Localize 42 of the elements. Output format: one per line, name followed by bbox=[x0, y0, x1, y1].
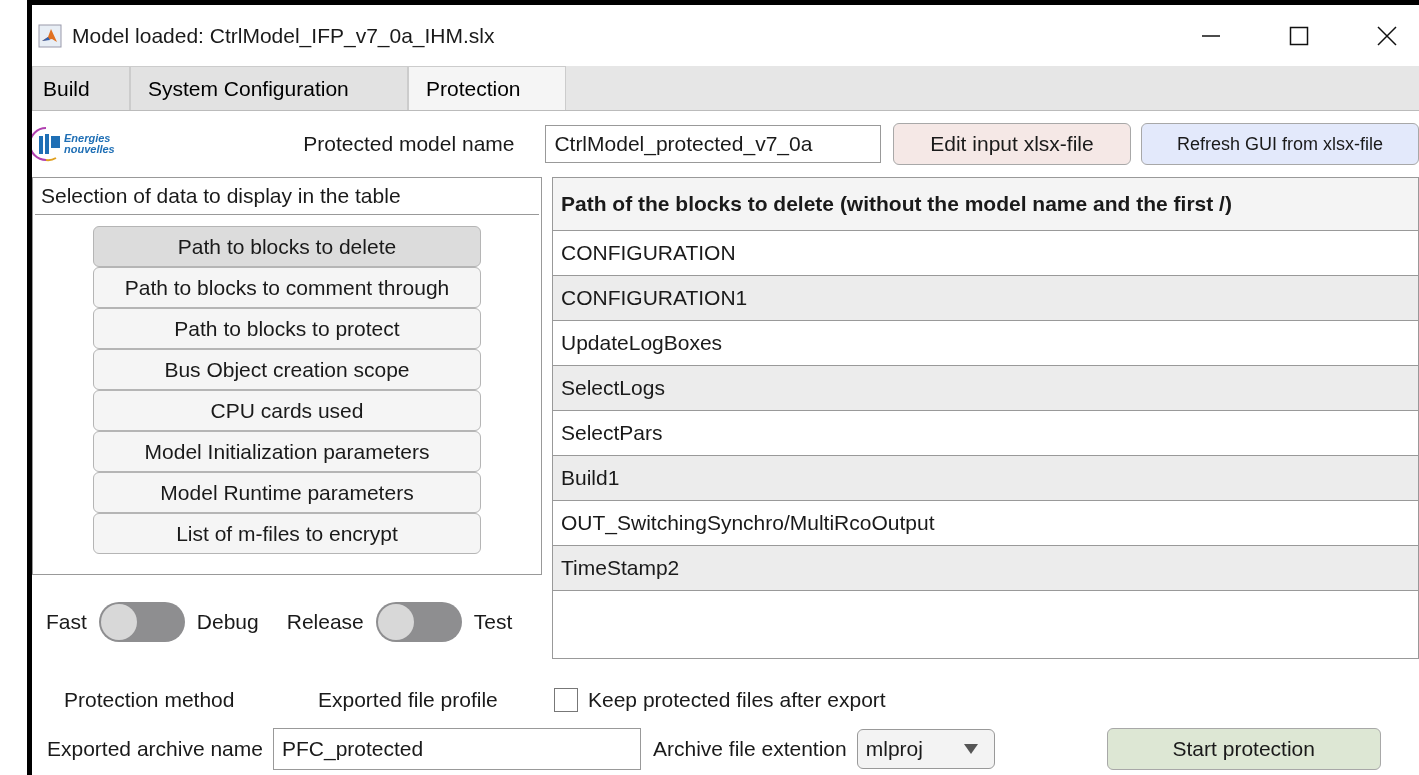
selection-button[interactable]: Model Initialization parameters bbox=[93, 431, 481, 472]
close-icon[interactable] bbox=[1377, 25, 1397, 46]
refresh-button[interactable]: Refresh GUI from xlsx-file bbox=[1141, 123, 1419, 165]
switch-label: Debug bbox=[196, 610, 259, 634]
maximize-icon[interactable] bbox=[1289, 25, 1309, 46]
selection-button[interactable]: Path to blocks to delete bbox=[93, 226, 481, 267]
selection-button[interactable]: Path to blocks to protect bbox=[93, 308, 481, 349]
toggle-switch[interactable] bbox=[375, 602, 462, 642]
toggle-switch[interactable] bbox=[98, 602, 185, 642]
start-button[interactable]: Start protection bbox=[1106, 728, 1381, 770]
selection-button[interactable]: List of m-files to encrypt bbox=[93, 513, 481, 554]
column-header: Path of the blocks to delete (without the model name and the first /) bbox=[553, 178, 1418, 231]
selection-button[interactable]: CPU cards used bbox=[93, 390, 481, 431]
tab[interactable]: Protection bbox=[408, 66, 566, 110]
tab[interactable]: Build bbox=[32, 66, 130, 110]
table-cell: TimeStamp2 bbox=[553, 546, 1418, 591]
edit-button[interactable]: Edit input xlsx-file bbox=[892, 123, 1132, 165]
selection-button[interactable]: Model Runtime parameters bbox=[93, 472, 481, 513]
field-label: Protected model name bbox=[303, 132, 516, 156]
selection-button[interactable]: Bus Object creation scope bbox=[93, 349, 481, 390]
switch-label: Fast bbox=[46, 610, 87, 634]
field-label: Archive file extention bbox=[652, 737, 847, 761]
input-field[interactable]: PFC_protected bbox=[272, 728, 641, 770]
panel-title: Selection of data to display in the table bbox=[35, 178, 539, 215]
table-cell: CONFIGURATION1 bbox=[553, 276, 1418, 321]
input-field[interactable]: CtrlModel_protected_v7_0a bbox=[545, 125, 881, 163]
checkbox[interactable] bbox=[554, 688, 578, 712]
switch-label: Release bbox=[286, 610, 364, 634]
section-label: Protection method bbox=[64, 688, 236, 712]
app-icon bbox=[38, 23, 62, 48]
table-cell: SelectLogs bbox=[553, 366, 1418, 411]
table-cell: Build1 bbox=[553, 456, 1418, 501]
section-label: Exported file profile bbox=[318, 688, 499, 712]
field-label: Exported archive name bbox=[47, 737, 263, 761]
dropdown[interactable]: mlproj bbox=[856, 729, 995, 769]
checkbox-label: Keep protected files after export bbox=[588, 688, 886, 712]
caret-icon bbox=[963, 744, 978, 754]
selection-button[interactable]: Path to blocks to comment through bbox=[93, 267, 481, 308]
tab[interactable]: System Configuration bbox=[130, 66, 408, 110]
window-title: Model loaded: CtrlModel_IFP_v7_0a_IHM.slx bbox=[72, 23, 496, 48]
logo: Energies nouvelles bbox=[32, 124, 132, 164]
switch-label: Test bbox=[473, 610, 513, 634]
